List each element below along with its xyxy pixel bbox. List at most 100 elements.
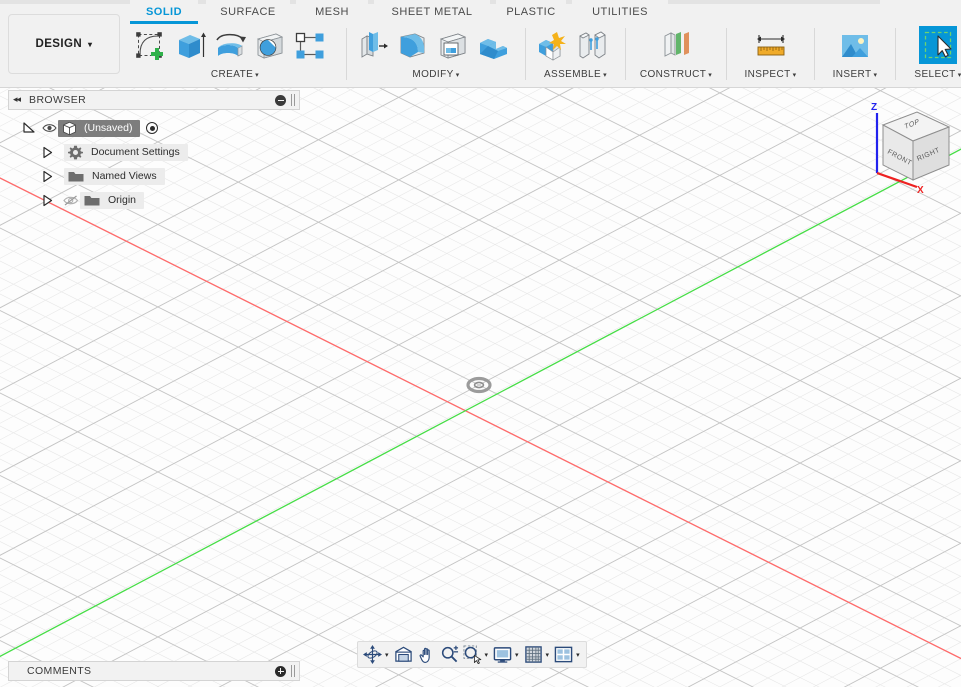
top-toolbar: DESIGN ▾ SOLID SURFACE MESH SHEET METAL … [0, 0, 961, 88]
visibility-eye-icon[interactable] [40, 122, 58, 134]
fillet-icon[interactable] [393, 26, 433, 66]
ribbon-group-select: SELECT▾ [902, 24, 961, 87]
expand-arrow-closed-icon[interactable] [41, 146, 54, 159]
new-component-icon[interactable] [532, 26, 572, 66]
chevron-down-icon[interactable]: ▾ [385, 651, 389, 659]
insert-image-icon[interactable] [835, 26, 875, 66]
browser-panel-title: BROWSER [29, 94, 86, 106]
tree-node-named-views[interactable]: Named Views [64, 168, 165, 185]
workspace-switcher-button[interactable]: DESIGN ▾ [8, 14, 120, 74]
chevron-down-icon: ▾ [88, 40, 92, 49]
tab-utilities[interactable]: UTILITIES [572, 0, 668, 24]
tab-label: UTILITIES [592, 6, 648, 18]
tree-row-named-views[interactable]: Named Views [8, 166, 300, 186]
chevron-down-icon: ▾ [456, 72, 460, 79]
navigation-bar: ▾ [357, 641, 587, 668]
ribbon-group-inspect: INSPECT▾ [733, 24, 808, 87]
folder-icon [68, 170, 84, 183]
x-axis-label: X [917, 185, 924, 195]
ribbon-separator [895, 28, 896, 80]
look-at-icon[interactable] [392, 642, 415, 667]
display-settings-icon[interactable] [491, 642, 514, 667]
tab-solid[interactable]: SOLID [130, 0, 198, 24]
gear-icon [68, 145, 83, 160]
fusion360-window: DESIGN ▾ SOLID SURFACE MESH SHEET METAL … [0, 0, 961, 687]
panel-resize-grip[interactable] [291, 94, 295, 106]
add-comment-icon[interactable] [275, 666, 286, 677]
expand-arrow-open-icon[interactable] [22, 121, 36, 135]
ribbon-group-label-insert[interactable]: INSERT▾ [821, 69, 889, 80]
expand-arrow-closed-icon[interactable] [41, 194, 54, 207]
chevron-down-icon[interactable]: ▾ [485, 651, 489, 659]
joint-icon[interactable] [572, 26, 612, 66]
tab-mesh[interactable]: MESH [296, 0, 368, 24]
ribbon-group-modify: MODIFY▾ [353, 24, 519, 87]
shell-icon[interactable] [433, 26, 473, 66]
browser-panel-header: ◂◂ BROWSER [8, 90, 300, 110]
combine-icon[interactable] [473, 26, 513, 66]
construction-plane-icon[interactable] [656, 26, 696, 66]
ribbon-group-assemble: ASSEMBLE▾ [532, 24, 619, 87]
collapse-left-icon[interactable]: ◂◂ [13, 95, 20, 105]
panel-resize-grip[interactable] [291, 665, 295, 677]
tab-label: PLASTIC [506, 6, 555, 18]
view-cube[interactable]: Z X TOP FRONT RIGHT [855, 95, 961, 195]
active-component-radio[interactable] [146, 122, 158, 134]
comments-panel-title: COMMENTS [27, 665, 91, 677]
orbit-icon[interactable] [361, 642, 384, 667]
ribbon-group-label-modify[interactable]: MODIFY▾ [353, 69, 519, 80]
visibility-eye-off-icon[interactable] [62, 194, 80, 207]
expand-arrow-closed-icon[interactable] [41, 170, 54, 183]
tab-plastic[interactable]: PLASTIC [496, 0, 566, 24]
zoom-window-icon[interactable] [461, 642, 484, 667]
ribbon-separator [525, 28, 526, 80]
tab-label: SHEET METAL [392, 6, 473, 18]
ribbon-group-label-construct[interactable]: CONSTRUCT▾ [632, 69, 720, 80]
ribbon-groups: CREATE▾ [130, 24, 961, 87]
chevron-down-icon[interactable]: ▾ [546, 651, 550, 659]
tab-label: SURFACE [220, 6, 275, 18]
minimize-icon[interactable] [275, 95, 286, 106]
tab-sheet-metal[interactable]: SHEET METAL [374, 0, 490, 24]
viewports-icon[interactable] [552, 642, 575, 667]
ribbon-group-insert: INSERT▾ [821, 24, 889, 87]
browser-tree: (Unsaved) Document Settings [8, 118, 300, 214]
press-pull-icon[interactable] [353, 26, 393, 66]
document-cube-icon [62, 121, 77, 136]
chevron-down-icon: ▾ [793, 72, 797, 79]
chevron-down-icon[interactable]: ▾ [515, 651, 519, 659]
tree-node-document-settings[interactable]: Document Settings [64, 144, 188, 161]
grid-snaps-icon[interactable] [522, 642, 545, 667]
chevron-down-icon: ▾ [708, 72, 712, 79]
zoom-icon[interactable] [438, 642, 461, 667]
ribbon-group-label-create[interactable]: CREATE▾ [130, 69, 340, 80]
tab-label: MESH [315, 6, 349, 18]
tree-row-unsaved[interactable]: (Unsaved) [8, 118, 300, 138]
ribbon-group-construct: CONSTRUCT▾ [632, 24, 720, 87]
tree-label: Named Views [92, 170, 157, 182]
chevron-down-icon[interactable]: ▾ [576, 651, 580, 659]
ribbon-group-label-assemble[interactable]: ASSEMBLE▾ [532, 69, 619, 80]
ribbon-group-label-inspect[interactable]: INSPECT▾ [733, 69, 808, 80]
comments-panel-header: COMMENTS [8, 661, 300, 681]
tab-label: SOLID [146, 6, 182, 18]
tree-node-document[interactable]: (Unsaved) [58, 120, 140, 137]
measure-icon[interactable] [751, 26, 791, 66]
extrude-icon[interactable] [170, 26, 210, 66]
revolve-icon[interactable] [210, 26, 250, 66]
tab-surface[interactable]: SURFACE [206, 0, 290, 24]
z-axis-label: Z [871, 102, 877, 113]
select-tool-icon[interactable] [919, 26, 957, 64]
chevron-down-icon: ▾ [603, 72, 607, 79]
sphere-icon[interactable] [250, 26, 290, 66]
tree-label: Document Settings [91, 146, 180, 158]
ribbon-group-label-select[interactable]: SELECT▾ [902, 69, 961, 80]
tree-node-origin[interactable]: Origin [80, 192, 144, 209]
ribbon-separator [346, 28, 347, 80]
tree-row-document-settings[interactable]: Document Settings [8, 142, 300, 162]
create-sketch-icon[interactable] [130, 26, 170, 66]
ribbon-separator [726, 28, 727, 80]
pan-icon[interactable] [415, 642, 438, 667]
pattern-icon[interactable] [290, 26, 330, 66]
tree-row-origin[interactable]: Origin [8, 190, 300, 210]
